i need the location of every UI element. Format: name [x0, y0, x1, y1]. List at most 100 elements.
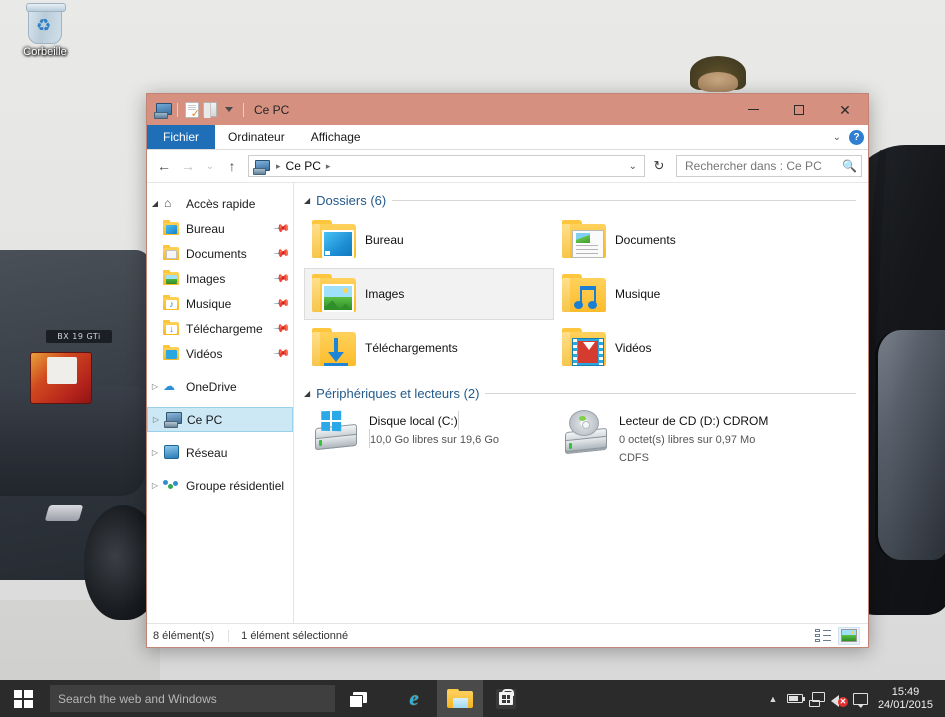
tab-affichage[interactable]: Affichage	[298, 125, 374, 149]
view-large-icons-button[interactable]	[838, 627, 860, 645]
folder-item-telechargements[interactable]: Téléchargements	[304, 322, 554, 374]
cd-drive-icon	[561, 410, 611, 454]
chevron-expanded-icon[interactable]: ◢	[304, 389, 310, 398]
sidebar-item-musique[interactable]: ♪ Musique 📌	[147, 291, 293, 316]
system-tray[interactable]: ▲ ✕ 15:49 24/01/2015	[762, 680, 945, 717]
sidebar-item-videos[interactable]: Vidéos 📌	[147, 341, 293, 366]
chevron-expanded-icon[interactable]: ◢	[147, 199, 163, 208]
search-icon[interactable]: 🔍	[842, 159, 857, 173]
taskbar-apps[interactable]: e	[391, 680, 529, 717]
this-pc-icon	[253, 160, 268, 173]
maximize-icon	[794, 105, 804, 115]
sidebar-item-groupe-residentiel[interactable]: ▷ Groupe résidentiel	[147, 473, 293, 498]
desktop[interactable]: BX 19 GTi ♻ Corbeille Ce PC	[0, 0, 945, 717]
taskbar-clock[interactable]: 15:49 24/01/2015	[872, 680, 941, 717]
chevron-collapsed-icon[interactable]: ▷	[147, 382, 163, 391]
taskbar-app-internet-explorer[interactable]: e	[391, 680, 437, 717]
breadcrumb-separator-icon[interactable]: ▸	[321, 161, 336, 172]
taskbar-app-file-explorer[interactable]	[437, 680, 483, 717]
group-header-peripheriques[interactable]: ◢ Périphériques et lecteurs (2)	[304, 386, 856, 401]
minimize-icon	[748, 109, 759, 110]
drive-name: Disque local (C:)	[369, 414, 458, 428]
group-header-dossiers[interactable]: ◢ Dossiers (6)	[304, 193, 856, 208]
minimize-button[interactable]	[730, 94, 776, 125]
folder-item-images[interactable]: Images	[304, 268, 554, 320]
taskbar-search-input[interactable]: Search the web and Windows	[50, 685, 335, 712]
volume-button[interactable]: ✕	[828, 680, 850, 717]
new-folder-icon[interactable]	[203, 102, 217, 117]
title-bar[interactable]: Ce PC ✕	[147, 94, 868, 125]
file-explorer-window[interactable]: Ce PC ✕ Fichier Ordinateur Affichage ⌄ ?	[146, 93, 869, 648]
back-button[interactable]: ←	[153, 155, 175, 177]
desktop-icon-recycle-bin[interactable]: ♻ Corbeille	[10, 6, 80, 58]
help-icon[interactable]: ?	[849, 130, 864, 145]
chevron-down-icon[interactable]: ⌄	[833, 132, 841, 143]
ribbon-tabs[interactable]: Fichier Ordinateur Affichage ⌄ ?	[147, 125, 868, 150]
folder-item-musique[interactable]: Musique	[554, 268, 804, 320]
window-controls[interactable]: ✕	[730, 94, 868, 125]
sidebar-item-bureau[interactable]: Bureau 📌	[147, 216, 293, 241]
pin-icon[interactable]: 📌	[273, 269, 292, 288]
folder-downloads-icon: ↓	[163, 321, 180, 336]
chevron-collapsed-icon[interactable]: ▷	[148, 415, 164, 424]
action-center-icon	[853, 693, 868, 705]
sidebar-item-acces-rapide[interactable]: ◢ ⌂ Accès rapide	[147, 191, 293, 216]
refresh-button[interactable]: ↻	[647, 155, 671, 177]
navigation-bar[interactable]: ← → ⌄ ↑ ▸ Ce PC ▸ ⌄ ↻ Rechercher dans : …	[147, 150, 868, 182]
drive-item-cd-d[interactable]: Lecteur de CD (D:) CDROM 0 octet(s) libr…	[554, 407, 804, 461]
folder-item-documents[interactable]: Documents	[554, 214, 804, 266]
drive-item-local-disk-c[interactable]: Disque local (C:) 10,0 Go libres sur 19,…	[304, 407, 554, 461]
search-box[interactable]: Rechercher dans : Ce PC 🔍	[676, 155, 862, 177]
address-bar[interactable]: ▸ Ce PC ▸ ⌄	[248, 155, 645, 177]
chevron-collapsed-icon[interactable]: ▷	[147, 481, 163, 490]
breadcrumb-separator-icon: ▸	[271, 161, 286, 172]
forward-button[interactable]: →	[177, 155, 199, 177]
folder-item-bureau[interactable]: Bureau	[304, 214, 554, 266]
sidebar-item-images[interactable]: Images 📌	[147, 266, 293, 291]
view-details-button[interactable]	[812, 627, 834, 645]
ribbon-right-controls[interactable]: ⌄ ?	[833, 125, 864, 150]
battery-button[interactable]	[784, 680, 806, 717]
windows-logo-icon	[14, 690, 33, 708]
tab-ordinateur[interactable]: Ordinateur	[215, 125, 298, 149]
pin-icon[interactable]: 📌	[273, 294, 292, 313]
navigation-pane[interactable]: ◢ ⌂ Accès rapide Bureau 📌 Documents	[147, 183, 294, 623]
sidebar-item-label: Documents	[186, 247, 247, 261]
maximize-button[interactable]	[776, 94, 822, 125]
sidebar-item-reseau[interactable]: ▷ Réseau	[147, 440, 293, 465]
sidebar-item-label: Vidéos	[186, 347, 222, 361]
pin-icon[interactable]: 📌	[273, 219, 292, 238]
action-center-button[interactable]	[850, 680, 872, 717]
pin-icon[interactable]: 📌	[273, 319, 292, 338]
up-button[interactable]: ↑	[221, 155, 243, 177]
start-button[interactable]	[0, 680, 46, 717]
search-input[interactable]: Rechercher dans : Ce PC	[685, 159, 842, 173]
view-mode-buttons[interactable]	[812, 627, 862, 645]
pin-icon[interactable]: 📌	[273, 344, 292, 363]
sidebar-item-onedrive[interactable]: ▷ ☁ OneDrive	[147, 374, 293, 399]
taskbar-app-store[interactable]	[483, 680, 529, 717]
quick-access-toolbar[interactable]	[147, 102, 233, 118]
chevron-collapsed-icon[interactable]: ▷	[147, 448, 163, 457]
close-button[interactable]: ✕	[822, 94, 868, 125]
pin-icon[interactable]: 📌	[273, 244, 292, 263]
sidebar-item-ce-pc[interactable]: ▷ Ce PC	[147, 407, 293, 432]
taskbar[interactable]: Search the web and Windows e ▲	[0, 680, 945, 717]
show-hidden-icons-button[interactable]: ▲	[762, 680, 784, 717]
chevron-down-icon[interactable]	[225, 107, 233, 112]
chevron-expanded-icon[interactable]: ◢	[304, 196, 310, 205]
recent-locations-button[interactable]: ⌄	[201, 155, 219, 177]
sidebar-item-label: Bureau	[186, 222, 225, 236]
network-button[interactable]	[806, 680, 828, 717]
tab-fichier[interactable]: Fichier	[147, 125, 215, 149]
status-selection-count: 1 élément sélectionné	[228, 630, 362, 642]
this-pc-icon[interactable]	[154, 103, 170, 117]
properties-icon[interactable]	[185, 102, 199, 118]
content-pane[interactable]: ◢ Dossiers (6) Bureau	[294, 183, 868, 623]
address-dropdown-icon[interactable]: ⌄	[624, 161, 642, 172]
sidebar-item-documents[interactable]: Documents 📌	[147, 241, 293, 266]
breadcrumb-item-ce-pc[interactable]: Ce PC	[286, 159, 321, 173]
sidebar-item-telechargements[interactable]: ↓ Téléchargeme 📌	[147, 316, 293, 341]
task-view-button[interactable]	[335, 680, 381, 717]
folder-item-videos[interactable]: Vidéos	[554, 322, 804, 374]
